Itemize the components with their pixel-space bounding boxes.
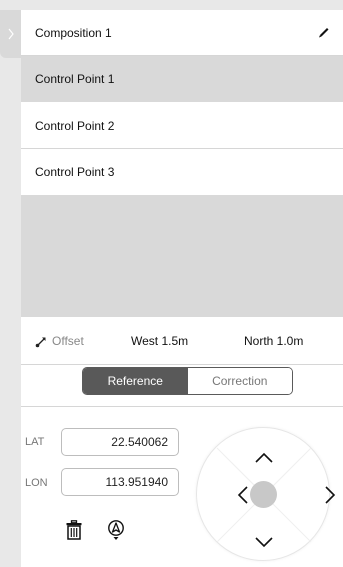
chevron-down-icon[interactable]	[254, 536, 274, 548]
offset-north-value: North 1.0m	[244, 334, 304, 348]
chevron-right-icon[interactable]	[324, 485, 336, 505]
control-point-label: Control Point 2	[35, 118, 115, 133]
chevron-right-icon	[8, 28, 14, 40]
trash-icon[interactable]	[66, 520, 82, 540]
control-point-label: Control Point 3	[35, 165, 115, 179]
control-point-label: Control Point 1	[35, 72, 115, 86]
section-divider	[21, 406, 343, 407]
list-empty-area	[21, 195, 343, 317]
direction-pad	[196, 427, 336, 561]
chevron-up-icon[interactable]	[254, 452, 274, 464]
mode-segmented-control: Reference Correction	[82, 367, 293, 395]
lat-label: LAT	[25, 436, 45, 448]
collapse-panel-tab[interactable]	[0, 10, 21, 58]
control-point-panel: Composition 1 Control Point 1 Control Po…	[21, 10, 343, 567]
chevron-left-icon[interactable]	[237, 485, 249, 505]
center-dot-icon[interactable]	[250, 481, 277, 508]
offset-arrow-icon	[35, 337, 46, 348]
reference-tab[interactable]: Reference	[83, 368, 188, 394]
offset-west-value: West 1.5m	[131, 334, 189, 348]
control-point-item[interactable]: Control Point 3	[21, 149, 343, 195]
correction-tab[interactable]: Correction	[187, 368, 292, 394]
composition-title: Composition 1	[35, 25, 112, 40]
aircraft-location-icon[interactable]	[107, 519, 125, 541]
offset-bar: Offset West 1.5m North 1.0m	[21, 317, 343, 365]
pencil-icon[interactable]	[317, 25, 331, 39]
offset-label: Offset	[52, 334, 84, 348]
lat-field[interactable]	[61, 428, 179, 456]
control-point-item[interactable]: Control Point 1	[21, 56, 343, 102]
control-point-item[interactable]: Control Point 2	[21, 103, 343, 149]
lon-field[interactable]	[61, 468, 179, 496]
composition-header[interactable]: Composition 1	[21, 10, 343, 56]
lon-label: LON	[25, 477, 48, 489]
